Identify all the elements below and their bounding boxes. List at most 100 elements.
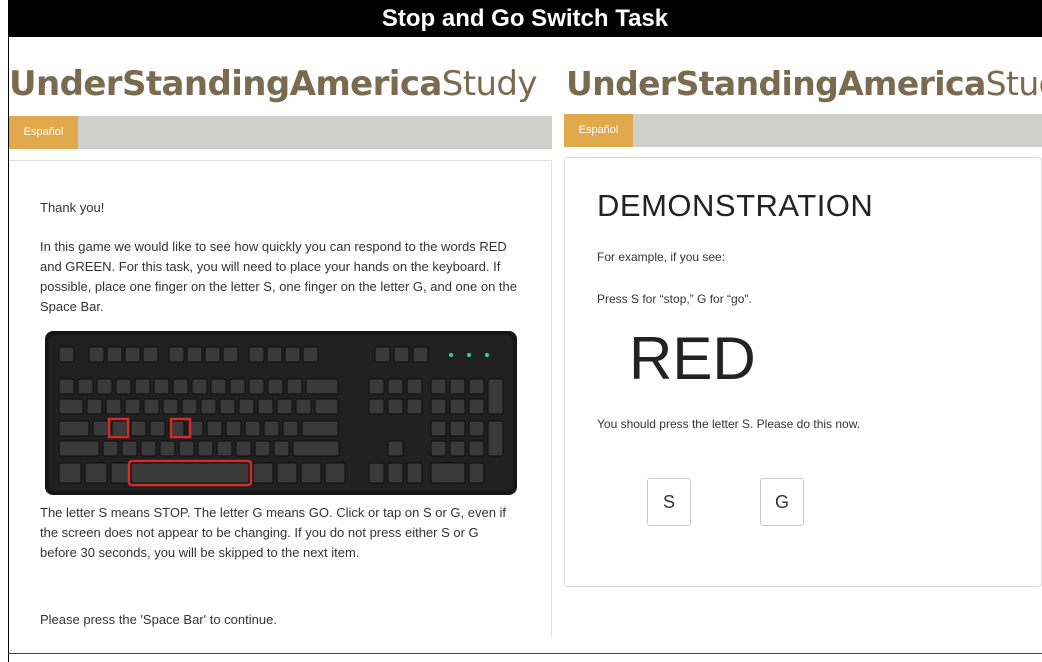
keyboard-key (143, 398, 160, 415)
keyboard-key (149, 420, 166, 437)
brand-name-light: Study (441, 64, 538, 104)
keyboard-key (121, 440, 138, 457)
language-bar: Español (9, 116, 552, 149)
keyboard-key (406, 398, 423, 415)
keyboard-key (267, 378, 284, 395)
example-text: For example, if you see: (597, 250, 726, 264)
screenshot: Stop and Go Switch Task UnderStandingAme… (0, 0, 1042, 662)
keyboard-key (374, 346, 391, 363)
keyboard-key (468, 462, 485, 484)
keyboard-key (449, 378, 466, 395)
keyboard-key (368, 378, 385, 395)
language-button[interactable]: Español (564, 114, 633, 147)
keyboard-key (124, 346, 141, 363)
keyboard-key (300, 462, 322, 484)
keyboard-key (449, 440, 466, 457)
keyboard-key (302, 346, 319, 363)
keyboard-key (449, 398, 466, 415)
keyboard-key (430, 420, 447, 437)
keyboard-key (178, 440, 195, 457)
keyboard-key (105, 398, 122, 415)
keyboard-key (314, 398, 339, 415)
keyboard-key (140, 440, 157, 457)
keyboard-key (273, 440, 290, 457)
frame-bottom-rule (8, 653, 1042, 654)
keyboard-key (219, 398, 236, 415)
keyboard-key (92, 420, 109, 437)
keyboard-key (257, 398, 274, 415)
keyboard-key (393, 346, 410, 363)
key-meaning-text: The letter S means STOP. The letter G me… (40, 505, 507, 560)
keyboard-key (58, 440, 100, 457)
keyboard-key (244, 420, 261, 437)
keyboard-key (324, 462, 346, 484)
keyboard-key (252, 462, 274, 484)
keyboard-key (487, 420, 504, 457)
demonstration-card: DEMONSTRATION For example, if you see: P… (564, 157, 1042, 587)
keyboard-key (134, 378, 151, 395)
keyboard-key (200, 398, 217, 415)
keyboard-key (430, 462, 466, 484)
keyboard-key (263, 420, 280, 437)
instructions-card: Thank you! In this game we would like to… (9, 160, 552, 637)
keyboard-key (468, 440, 485, 457)
keyboard-key (168, 346, 185, 363)
keyboard-key (102, 440, 119, 457)
keyboard-key (130, 462, 250, 484)
keyboard-key (284, 346, 301, 363)
keyboard-key (468, 378, 485, 395)
demonstration-heading: DEMONSTRATION (597, 188, 874, 223)
keyboard-key (301, 420, 339, 437)
language-button[interactable]: Español (9, 116, 78, 149)
keyboard-key (191, 378, 208, 395)
keyboard-key (387, 378, 404, 395)
keyboard-key (115, 378, 132, 395)
keyboard-key (387, 398, 404, 415)
keyboard-key (172, 378, 189, 395)
keyboard-key (387, 462, 404, 484)
keyboard-key (96, 378, 113, 395)
intro-text: In this game we would like to see how qu… (40, 239, 517, 314)
keyboard-key (248, 378, 265, 395)
keyboard-key (368, 462, 385, 484)
press-instruction: Press S for “stop,” G for “go”. (597, 292, 752, 306)
keyboard-key (295, 398, 312, 415)
keyboard-key (181, 398, 198, 415)
keyboard-key (387, 440, 404, 457)
keyboard-key (229, 378, 246, 395)
keyboard-key (159, 440, 176, 457)
s-key-button[interactable]: S (647, 478, 691, 526)
brand-name-bold: UnderStandingAmerica (566, 64, 986, 103)
language-bar: Español (564, 114, 1042, 147)
keyboard-key (286, 378, 303, 395)
keyboard-key (406, 462, 423, 484)
keyboard-key (225, 420, 242, 437)
brand-name-bold: UnderStandingAmerica (9, 64, 442, 104)
keyboard-key (292, 440, 340, 457)
response-instruction: You should press the letter S. Please do… (597, 417, 861, 431)
keyboard-key (106, 346, 123, 363)
keyboard-key (206, 420, 223, 437)
keyboard-key (238, 398, 255, 415)
keyboard-key (58, 420, 90, 437)
keyboard-key (142, 346, 159, 363)
demonstration-panel: UnderStandingAmericaStudy Español DEMONS… (564, 37, 1042, 637)
keyboard-key (430, 440, 447, 457)
keyboard-key (216, 440, 233, 457)
g-key-button[interactable]: G (760, 478, 804, 526)
keyboard-key (210, 378, 227, 395)
keyboard-key (276, 462, 298, 484)
keyboard-key (468, 420, 485, 437)
keyboard-key (276, 398, 293, 415)
keyboard-key (153, 378, 170, 395)
brand-logo: UnderStandingAmericaStudy (566, 60, 1042, 108)
keyboard-key (58, 462, 82, 484)
brand-logo: UnderStandingAmericaStudy (9, 60, 538, 108)
keyboard-key (162, 398, 179, 415)
keyboard-key (406, 378, 423, 395)
keyboard-key (110, 462, 130, 484)
keyboard-key (77, 378, 94, 395)
keyboard-key (430, 378, 447, 395)
keyboard-key (186, 346, 203, 363)
brand-name-light: Study (985, 64, 1042, 103)
